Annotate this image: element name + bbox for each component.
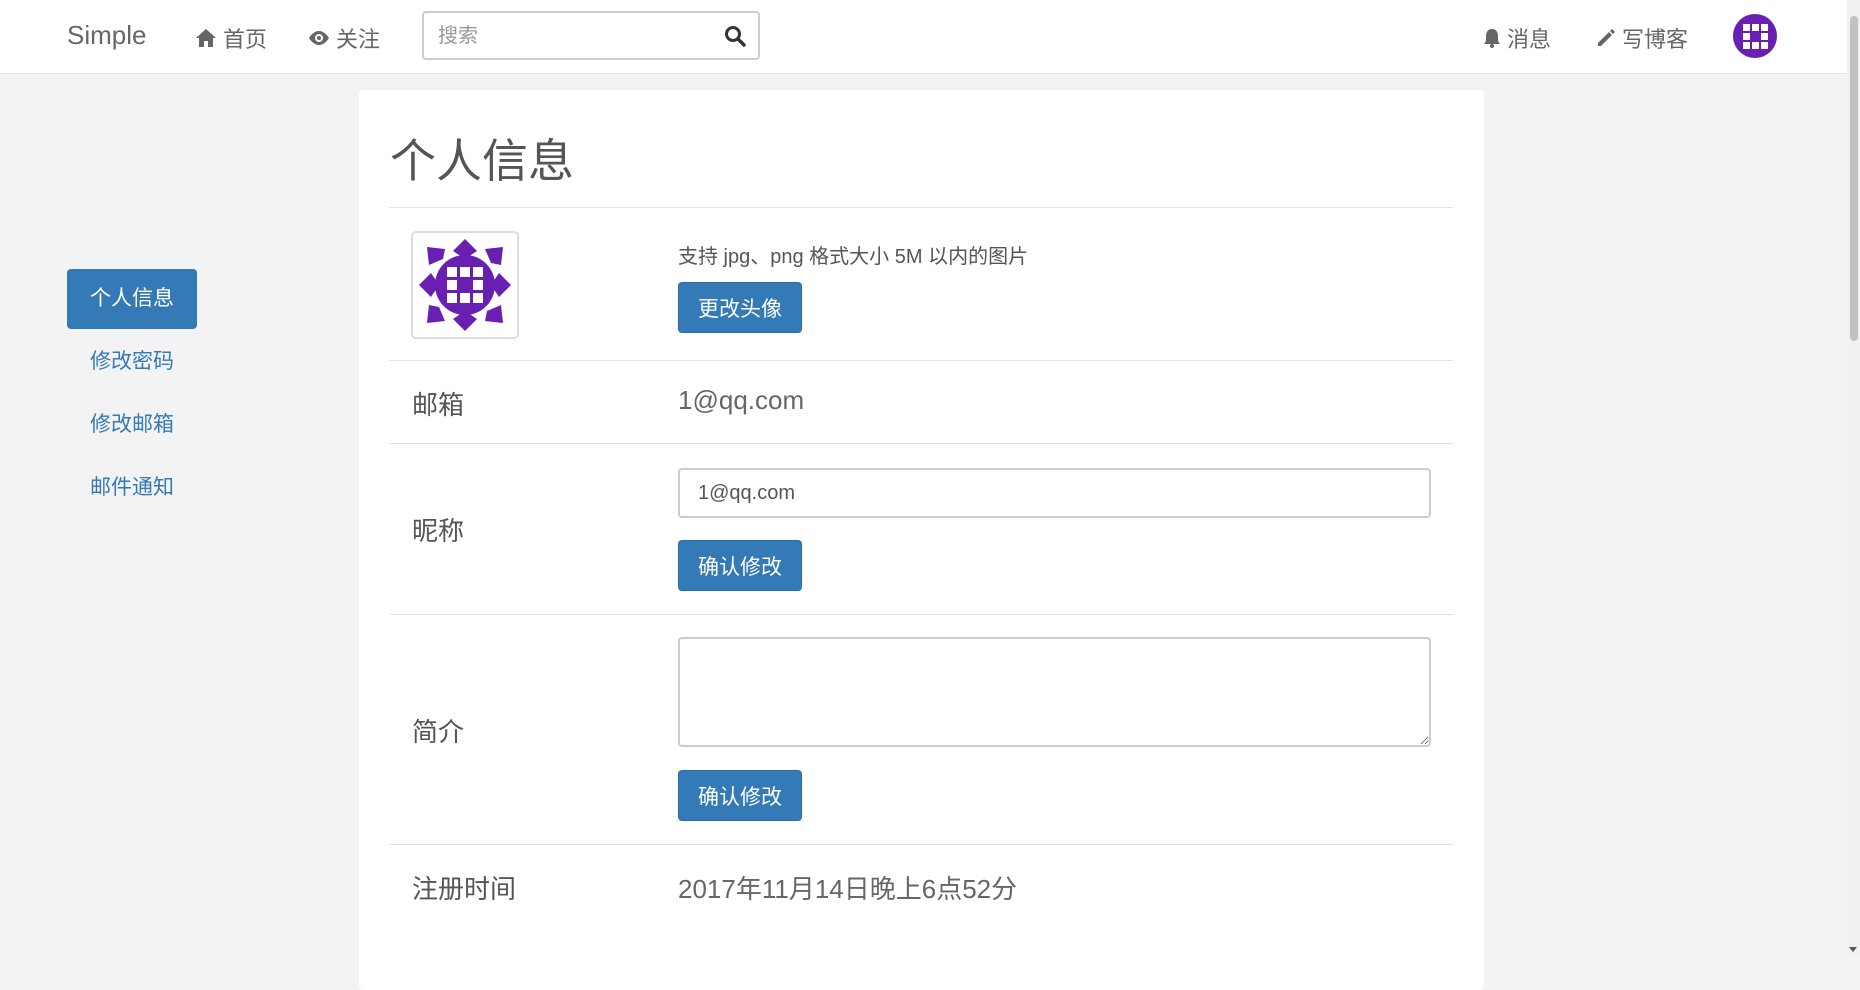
scrollbar-thumb[interactable] bbox=[1850, 16, 1858, 341]
avatar-format-hint: 支持 jpg、png 格式大小 5M 以内的图片 bbox=[678, 246, 1029, 268]
page-title: 个人信息 bbox=[390, 135, 574, 187]
change-avatar-button[interactable]: 更改头像 bbox=[678, 282, 802, 333]
bio-label: 简介 bbox=[412, 717, 465, 747]
divider bbox=[389, 360, 1453, 361]
nav-follow-label: 关注 bbox=[336, 27, 381, 52]
nav-home-label: 首页 bbox=[223, 27, 268, 52]
nav-messages-label: 消息 bbox=[1507, 27, 1552, 52]
divider bbox=[389, 614, 1453, 615]
bio-confirm-button[interactable]: 确认修改 bbox=[678, 770, 802, 821]
nav-home[interactable]: 首页 bbox=[195, 22, 267, 54]
page-scrollbar[interactable] bbox=[1847, 0, 1860, 955]
nav-write-blog-label: 写博客 bbox=[1622, 27, 1689, 52]
search-icon bbox=[725, 26, 746, 47]
search-button[interactable] bbox=[724, 25, 746, 52]
nav-follow[interactable]: 关注 bbox=[308, 22, 380, 54]
home-icon bbox=[196, 29, 216, 47]
search-input[interactable] bbox=[438, 22, 708, 50]
nickname-confirm-button[interactable]: 确认修改 bbox=[678, 540, 802, 591]
top-navbar: Simple 首页 关注 消息 写博客 bbox=[0, 0, 1860, 74]
user-avatar[interactable] bbox=[1732, 13, 1778, 59]
email-value: 1@qq.com bbox=[678, 385, 805, 415]
search-box bbox=[422, 11, 760, 60]
scroll-down-arrow-icon[interactable] bbox=[1849, 947, 1857, 952]
email-label: 邮箱 bbox=[412, 390, 465, 420]
divider bbox=[389, 207, 1453, 208]
nickname-input[interactable] bbox=[678, 468, 1431, 518]
divider bbox=[389, 443, 1453, 444]
settings-sidebar: 个人信息 修改密码 修改邮箱 邮件通知 bbox=[67, 269, 197, 521]
profile-card: 个人信息 支持 jpg、png 格式大小 5M 以内的图片 更改头像 邮箱 1@… bbox=[359, 90, 1484, 990]
pencil-icon bbox=[1598, 29, 1615, 46]
sidebar-item-email-notifications[interactable]: 邮件通知 bbox=[67, 458, 197, 518]
bio-textarea[interactable] bbox=[678, 637, 1431, 747]
eye-icon bbox=[309, 31, 329, 45]
nav-messages[interactable]: 消息 bbox=[1483, 22, 1551, 54]
nav-write-blog[interactable]: 写博客 bbox=[1596, 22, 1688, 54]
sidebar-item-change-email[interactable]: 修改邮箱 bbox=[67, 395, 197, 455]
nickname-label: 昵称 bbox=[412, 516, 465, 546]
registered-label: 注册时间 bbox=[412, 874, 517, 904]
divider bbox=[389, 844, 1453, 845]
registered-value: 2017年11月14日晚上6点52分 bbox=[678, 874, 1018, 904]
brand-logo[interactable]: Simple bbox=[67, 20, 146, 51]
profile-avatar bbox=[411, 231, 519, 339]
sidebar-item-change-password[interactable]: 修改密码 bbox=[67, 332, 197, 392]
sidebar-item-profile[interactable]: 个人信息 bbox=[67, 269, 197, 329]
bell-icon bbox=[1484, 29, 1500, 48]
